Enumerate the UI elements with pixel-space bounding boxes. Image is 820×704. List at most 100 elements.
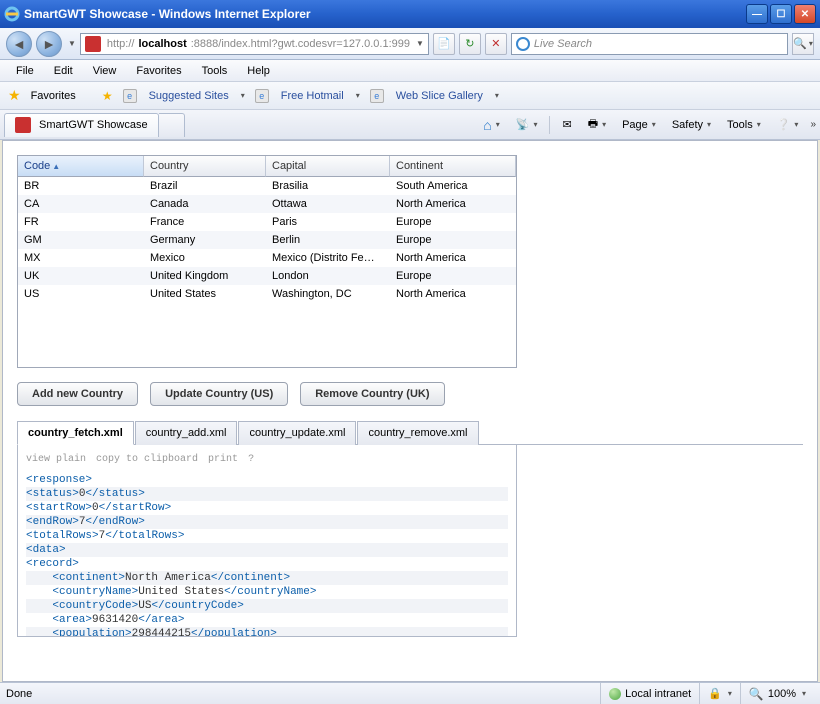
tab-country-remove[interactable]: country_remove.xml (357, 421, 478, 445)
search-bar[interactable]: Live Search (511, 33, 788, 55)
table-cell: Ottawa (266, 195, 390, 213)
source-line: <totalRows>7</totalRows> (26, 529, 508, 543)
page-menu[interactable]: Page▾ (618, 117, 660, 133)
country-grid: Code▲ Country Capital Continent BRBrazil… (17, 155, 517, 368)
print-button[interactable]: 🖶▾ (584, 113, 610, 136)
chevron-overflow[interactable]: » (810, 119, 816, 130)
table-row[interactable]: USUnited StatesWashington, DCNorth Ameri… (18, 285, 516, 303)
col-continent[interactable]: Continent (390, 156, 516, 177)
tools-menu[interactable]: Tools▾ (723, 117, 765, 133)
protected-mode[interactable]: 🔒▾ (699, 683, 740, 704)
source-line: <response> (26, 473, 508, 487)
col-code[interactable]: Code▲ (18, 156, 144, 177)
src-help[interactable]: ? (248, 453, 254, 467)
table-cell: Europe (390, 213, 516, 231)
table-cell: Brazil (144, 177, 266, 195)
stop-button[interactable]: ✕ (485, 33, 507, 55)
src-view-plain[interactable]: view plain (26, 453, 86, 467)
nav-history-dropdown[interactable]: ▼ (68, 39, 76, 48)
table-cell: Europe (390, 231, 516, 249)
address-dropdown[interactable]: ▼ (416, 39, 424, 48)
update-country-button[interactable]: Update Country (US) (150, 382, 288, 406)
source-lines: <response><status>0</status><startRow>0<… (26, 473, 508, 637)
compat-view-button[interactable]: 📄 (433, 33, 455, 55)
titlebar: SmartGWT Showcase - Windows Internet Exp… (0, 0, 820, 28)
table-row[interactable]: BRBrazilBrasiliaSouth America (18, 177, 516, 195)
add-fav-icon[interactable]: ★ (102, 89, 113, 103)
bing-icon (516, 37, 530, 51)
window-title: SmartGWT Showcase - Windows Internet Exp… (24, 7, 744, 21)
source-line: <countryCode>US</countryCode> (26, 599, 508, 613)
site-icon (85, 36, 101, 52)
table-cell: United Kingdom (144, 267, 266, 285)
url-proto: http:// (107, 38, 135, 50)
menu-view[interactable]: View (85, 63, 125, 79)
back-button[interactable]: ◄ (6, 31, 32, 57)
source-body[interactable]: view plain copy to clipboard print ? <re… (17, 445, 517, 637)
src-print[interactable]: print (208, 453, 238, 467)
table-row[interactable]: MXMexicoMexico (Distrito Fe…North Americ… (18, 249, 516, 267)
table-row[interactable]: FRFranceParisEurope (18, 213, 516, 231)
zone-indicator[interactable]: Local intranet (600, 683, 699, 704)
command-bar: ⌂▾ 📡▾ ✉ 🖶▾ Page▾ Safety▾ Tools▾ ❔▾ » (479, 113, 816, 136)
menu-file[interactable]: File (8, 63, 42, 79)
tab-country-fetch[interactable]: country_fetch.xml (17, 421, 134, 445)
close-button[interactable]: ✕ (794, 4, 816, 24)
table-cell: Canada (144, 195, 266, 213)
tab-title: SmartGWT Showcase (39, 119, 148, 131)
table-cell: FR (18, 213, 144, 231)
menu-tools[interactable]: Tools (194, 63, 236, 79)
menu-edit[interactable]: Edit (46, 63, 81, 79)
forward-button[interactable]: ► (36, 31, 62, 57)
link-free-hotmail[interactable]: Free Hotmail (281, 90, 344, 102)
page-tab[interactable]: SmartGWT Showcase (4, 113, 159, 137)
table-cell: Europe (390, 267, 516, 285)
favorites-star-icon: ★ (8, 87, 21, 104)
search-go-button[interactable]: 🔍▾ (792, 33, 814, 55)
link-web-slice-gallery[interactable]: Web Slice Gallery (396, 90, 483, 102)
zoom-control[interactable]: 🔍 100% ▾ (740, 683, 814, 704)
table-cell: Berlin (266, 231, 390, 249)
table-cell: Mexico (Distrito Fe… (266, 249, 390, 267)
source-line: <record> (26, 557, 508, 571)
help-button[interactable]: ❔▾ (773, 116, 803, 133)
favorites-label[interactable]: Favorites (31, 90, 76, 102)
table-row[interactable]: GMGermanyBerlinEurope (18, 231, 516, 249)
tab-command-bar: SmartGWT Showcase ⌂▾ 📡▾ ✉ 🖶▾ Page▾ Safet… (0, 110, 820, 140)
table-row[interactable]: UKUnited KingdomLondonEurope (18, 267, 516, 285)
table-cell: Washington, DC (266, 285, 390, 303)
navbar: ◄ ► ▼ http://localhost:8888/index.html?g… (0, 28, 820, 60)
address-bar[interactable]: http://localhost:8888/index.html?gwt.cod… (80, 33, 429, 55)
table-cell: South America (390, 177, 516, 195)
maximize-button[interactable]: ☐ (770, 4, 792, 24)
source-line: <data> (26, 543, 508, 557)
menu-help[interactable]: Help (239, 63, 278, 79)
ie-link-icon: e (255, 89, 269, 103)
safety-menu[interactable]: Safety▾ (668, 117, 715, 133)
col-capital[interactable]: Capital (266, 156, 390, 177)
page-content: Code▲ Country Capital Continent BRBrazil… (2, 140, 818, 682)
source-line: <continent>North America</continent> (26, 571, 508, 585)
source-line: <status>0</status> (26, 487, 508, 501)
feeds-button[interactable]: 📡▾ (512, 116, 542, 133)
menu-favorites[interactable]: Favorites (128, 63, 189, 79)
tab-country-add[interactable]: country_add.xml (135, 421, 238, 445)
tab-country-update[interactable]: country_update.xml (238, 421, 356, 445)
refresh-button[interactable]: ↻ (459, 33, 481, 55)
new-tab-button[interactable] (159, 113, 185, 137)
table-cell: United States (144, 285, 266, 303)
table-row[interactable]: CACanadaOttawaNorth America (18, 195, 516, 213)
magnifier-icon: 🔍 (749, 687, 764, 701)
tab-site-icon (15, 117, 31, 133)
remove-country-button[interactable]: Remove Country (UK) (300, 382, 444, 406)
sort-asc-icon: ▲ (52, 162, 60, 171)
read-mail-button[interactable]: ✉ (558, 116, 575, 133)
minimize-button[interactable]: — (746, 4, 768, 24)
add-country-button[interactable]: Add new Country (17, 382, 138, 406)
col-country[interactable]: Country (144, 156, 266, 177)
src-copy[interactable]: copy to clipboard (96, 453, 198, 467)
link-suggested-sites[interactable]: Suggested Sites (149, 90, 229, 102)
grid-body[interactable]: BRBrazilBrasiliaSouth AmericaCACanadaOtt… (18, 177, 516, 367)
button-row: Add new Country Update Country (US) Remo… (17, 382, 803, 406)
home-button[interactable]: ⌂▾ (479, 115, 503, 135)
